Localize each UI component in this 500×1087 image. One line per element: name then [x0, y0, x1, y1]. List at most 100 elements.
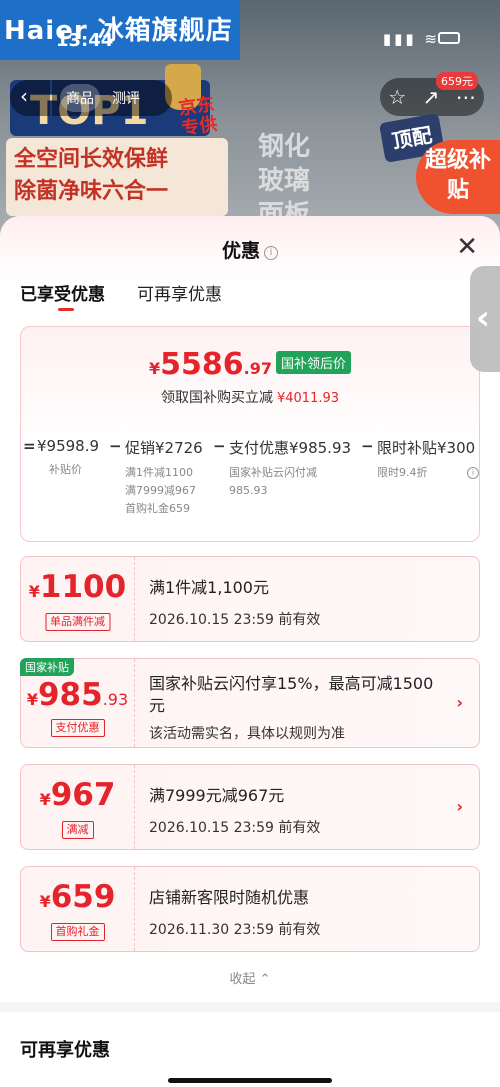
sheet-header: 优惠 i ✕: [0, 216, 500, 282]
currency-symbol: ¥: [39, 790, 51, 809]
back-button[interactable]: [10, 80, 50, 116]
equals-operator: =: [23, 437, 36, 455]
collapse-button[interactable]: 收起 ⌃: [0, 968, 500, 987]
calc-sub-list: 满1件减1100 满7999减967 首购礼金659: [125, 464, 203, 518]
close-icon[interactable]: ✕: [456, 234, 478, 260]
calc-limited-subsidy: 限时补贴¥300 限时9.4折: [377, 437, 475, 482]
section-divider: [0, 1002, 500, 1012]
price-integer: 5586: [160, 347, 244, 382]
price-tag-659: 659元: [436, 72, 478, 90]
currency-symbol: ¥: [149, 359, 161, 378]
brand-name: Haier 冰箱旗舰店: [4, 16, 233, 46]
share-icon[interactable]: ↗: [423, 85, 440, 109]
calc-sub: 首购礼金659: [125, 502, 190, 515]
super-subsidy-badge[interactable]: 超级补贴: [416, 140, 500, 214]
coupon-amount: ¥659: [21, 879, 134, 915]
sheet-title-text: 优惠: [221, 240, 260, 262]
currency-symbol: ¥: [26, 690, 38, 709]
tab-more-discounts[interactable]: 可再享优惠: [137, 280, 222, 313]
collapse-label: 收起: [229, 972, 256, 987]
minus-operator: −: [109, 437, 122, 455]
coupon-amount-int: 659: [50, 879, 116, 915]
coupon-type-tag: 单品满件减: [45, 613, 110, 631]
coupon-amount-panel: ¥659 首购礼金: [21, 867, 135, 951]
coupon-amount-int: 985: [37, 677, 103, 713]
coupon-amount-panel: ¥1100 单品满件减: [21, 557, 135, 641]
product-slogan: 全空间长效保鲜 除菌净味六合一: [6, 138, 228, 216]
coupon-amount: ¥1100: [21, 569, 134, 605]
calc-sub: 限时9.4折: [377, 466, 428, 479]
subsidy-reduction-amount: ¥4011.93: [276, 391, 340, 406]
signal-wifi-icon: ▮▮▮ ≋: [382, 30, 440, 48]
price-calculation: = ¥9598.9 补贴价 − 促销¥2726 满1件减1100 满7999减9…: [21, 437, 479, 533]
favorite-star-icon[interactable]: ☆: [388, 85, 406, 109]
discount-sheet: 优惠 i ✕ 已享受优惠 可再享优惠 ¥5586.97 国补领后价 领取国补购买立减…: [0, 216, 500, 1087]
coupon-amount-decimal: .93: [102, 690, 129, 709]
calc-sub: 补贴价: [49, 463, 82, 476]
calc-head: 支付优惠¥985.93: [229, 439, 352, 457]
subsidy-price-badge: 国补领后价: [275, 351, 351, 374]
tab-enjoyed-discounts[interactable]: 已享受优惠: [20, 280, 105, 313]
currency-symbol: ¥: [39, 892, 51, 911]
price-decimal: .97: [243, 359, 272, 378]
coupon-card[interactable]: ¥1100 单品满件减 满1件减1,100元 2026.10.15 23:59 …: [20, 556, 480, 642]
coupon-amount-int: 1100: [39, 569, 127, 605]
home-indicator[interactable]: [168, 1078, 332, 1083]
product-nav-tabs: 商品 测评: [52, 80, 172, 116]
info-icon[interactable]: i: [264, 246, 278, 260]
coupon-type-tag: 首购礼金: [50, 923, 105, 941]
coupon-title: 国家补贴云闪付享15%，最高可减1500元: [149, 674, 434, 715]
calc-sub: 国家补贴云闪付减: [229, 466, 317, 479]
chevron-up-icon: ⌃: [259, 972, 271, 987]
final-price: ¥5586.97 国补领后价: [21, 347, 479, 382]
coupon-amount: ¥967: [21, 777, 134, 813]
calc-payment-discount: 支付优惠¥985.93 国家补贴云闪付减 985.93: [229, 437, 351, 500]
coupon-card[interactable]: 国家补贴 ¥985.93 支付优惠 国家补贴云闪付享15%，最高可减1500元 …: [20, 658, 480, 748]
chevron-right-icon[interactable]: ›: [456, 797, 463, 816]
coupon-type-tag: 支付优惠: [50, 719, 105, 737]
calc-sub: 满7999减967: [125, 484, 196, 497]
coupon-amount: ¥985.93: [21, 677, 134, 713]
coupon-title: 满1件减1,100元: [149, 578, 269, 597]
subsidy-reduction-label: 领取国补购买立减: [160, 390, 273, 406]
discount-tabs: 已享受优惠 可再享优惠: [20, 280, 222, 313]
minus-operator: −: [213, 437, 226, 455]
coupon-validity: 2026.11.30 23:59 前有效: [149, 922, 321, 938]
currency-symbol: ¥: [28, 582, 40, 601]
subsidy-reduction-line: 领取国补购买立减 ¥4011.93: [21, 387, 479, 407]
sheet-title: 优惠 i: [0, 236, 500, 263]
coupon-card[interactable]: ¥967 满减 满7999元减967元 2026.10.15 23:59 前有效…: [20, 764, 480, 850]
coupon-amount-int: 967: [50, 777, 116, 813]
coupon-card[interactable]: ¥659 首购礼金 店铺新客限时随机优惠 2026.11.30 23:59 前有…: [20, 866, 480, 952]
price-summary-card: ¥5586.97 国补领后价 领取国补购买立减 ¥4011.93 = ¥9598.9…: [20, 326, 480, 542]
coupon-type-tag: 满减: [61, 821, 94, 839]
back-chevron-icon: ‹: [20, 84, 28, 108]
calc-promotion: 促销¥2726 满1件减1100 满7999减967 首购礼金659: [125, 437, 203, 518]
coupon-validity: 2026.10.15 23:59 前有效: [149, 612, 321, 628]
coupon-amount-panel: 国家补贴 ¥985.93 支付优惠: [20, 658, 135, 747]
chevron-right-icon[interactable]: ›: [456, 693, 463, 712]
jd-badge: 京东专供: [177, 93, 219, 140]
calc-head: ¥9598.9: [37, 437, 100, 455]
tab-product[interactable]: 商品: [60, 84, 100, 112]
status-time: 13:44: [56, 30, 114, 51]
slogan-line-1: 全空间长效保鲜: [14, 147, 169, 172]
calc-sub: 985.93: [229, 484, 268, 497]
calc-subsidy-price: ¥9598.9 补贴价: [37, 437, 99, 479]
national-subsidy-corner-badge: 国家补贴: [20, 658, 74, 676]
side-panel-handle[interactable]: ‹: [470, 266, 500, 372]
info-icon[interactable]: i: [467, 467, 479, 479]
coupon-validity: 2026.10.15 23:59 前有效: [149, 820, 321, 836]
coupon-title: 满7999元减967元: [149, 786, 285, 805]
coupon-validity: 该活动需实名，具体以规则为准: [149, 726, 345, 742]
battery-icon: [438, 32, 460, 44]
calc-head: 促销¥2726: [125, 439, 203, 457]
more-discounts-title: 可再享优惠: [20, 1040, 110, 1061]
coupon-title: 店铺新客限时随机优惠: [149, 888, 310, 907]
slogan-line-2: 除菌净味六合一: [14, 179, 169, 204]
chevron-left-icon: ‹: [476, 298, 491, 338]
calc-sub: 满1件减1100: [125, 466, 193, 479]
minus-operator: −: [361, 437, 374, 455]
tab-review[interactable]: 测评: [106, 84, 146, 112]
calc-head: 限时补贴¥300: [377, 439, 476, 457]
